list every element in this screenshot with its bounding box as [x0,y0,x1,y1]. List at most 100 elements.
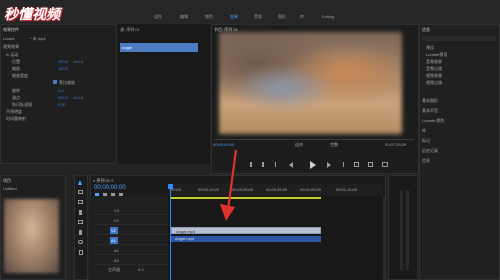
panel-info[interactable]: 信息 [422,158,430,163]
ec-clip-name: * 未.mp4 [30,36,46,41]
ec-rotation-value[interactable]: 0.0 [58,88,64,93]
ec-position-y[interactable]: 144.0 [73,59,83,64]
ec-position-label: 位置 [12,59,20,64]
track-header-v3[interactable]: V3 [94,206,168,215]
tab-color[interactable]: 颜色 [205,14,213,20]
track-name: A1 [111,238,116,243]
track-select-tool-icon[interactable] [78,190,83,194]
effects-item-video-transitions[interactable]: 视频过渡 [426,80,442,85]
timeline-timecode[interactable]: 00;00;00;00 [94,185,126,191]
tab-graphics[interactable]: 图形 [278,14,286,20]
ec-scale-value[interactable]: 100.0 [58,66,68,71]
audio-clip-label: Angel.mp4 [175,236,195,241]
effects-item-presets[interactable]: 预设 [426,45,434,50]
effects-panel-title[interactable]: 信息 [422,27,430,32]
tab-edit[interactable]: 编辑 [180,14,188,20]
program-timecode-duration: 00;07;28;29 [385,142,407,147]
panel-markers[interactable]: 标记 [422,138,430,143]
play-icon[interactable] [310,161,316,169]
tab-libraries[interactable]: 库 [300,14,304,20]
type-tool-icon[interactable] [79,250,83,255]
effects-item-video-effects[interactable]: 视频效果 [426,73,442,78]
ec-clip-bar-label: Angel [122,45,133,50]
program-resolution-select[interactable]: 完整 [330,142,338,147]
ec-anti-flicker-value[interactable]: 0.00 [58,102,66,107]
effects-item-audio-effects[interactable]: 音频效果 [426,59,442,64]
program-timecode-current[interactable]: 00;00;00;00 [213,142,234,147]
tab-effects[interactable]: 效果 [230,14,238,20]
effects-item-lumetri[interactable]: Lumetri预设 [426,52,447,57]
tab-assembly[interactable]: 组件 [154,14,162,20]
track-header-a1[interactable]: A1 [94,236,168,245]
tab-audio[interactable]: 音频 [254,14,262,20]
step-back-icon[interactable] [289,162,293,168]
ec-anchor-label: 锚点 [12,95,20,100]
project-name: Untitled [3,186,17,191]
razor-tool-icon[interactable] [79,210,82,215]
ruler-label: 00;00;45;00 [266,187,288,192]
ec-scale-width-label: 缩放宽度 [12,73,28,78]
ec-clip-label: Lowell [3,36,15,41]
slip-tool-icon[interactable] [78,220,83,224]
source-panel-title[interactable]: 源: 序列 01 [120,27,140,32]
panel-essential-graphics[interactable]: 基本图形 [422,98,438,103]
ec-video-effects: 视频效果 [3,44,19,49]
ripple-edit-tool-icon[interactable] [78,200,83,204]
ruler-label: 00;01;15;00 [336,187,358,192]
watermark-logo: 秒懂视频 [4,6,60,22]
lift-icon[interactable] [354,162,359,167]
panel-lumetri-color[interactable]: Lumetri 颜色 [422,118,444,123]
project-clip-thumbnail[interactable] [4,199,59,273]
track-header-v2[interactable]: V2 [94,216,168,225]
panel-history[interactable]: 历史记录 [422,148,438,153]
track-header-a3[interactable]: A3 [94,256,168,265]
playhead-line[interactable] [170,184,171,280]
selection-tool-icon[interactable] [78,180,82,185]
project-panel-title[interactable]: 项目 [3,178,11,183]
hand-tool-icon[interactable] [78,240,83,244]
video-clip-label: Angel.mp4 [176,229,196,234]
menu-bar [0,0,500,24]
effect-controls-title[interactable]: 效果控件 [3,27,19,32]
ec-anchor-x[interactable]: 200.0 [58,95,68,100]
work-area-bar[interactable] [171,197,321,199]
ec-motion[interactable]: fx 运动 [6,52,18,57]
mark-in-icon[interactable] [250,162,252,167]
ec-anti-flicker-label: 防闪烁滤镜 [12,102,32,107]
timeline-scrollbar[interactable] [383,196,385,280]
go-to-in-icon[interactable] [275,162,279,167]
arrow-head [220,204,235,221]
panel-essential-sound[interactable]: 基本声音 [422,108,438,113]
track-name: V3 [114,208,119,213]
mark-out-icon[interactable] [262,162,264,167]
ruler-label: 00;01;00;00 [300,187,322,192]
ec-anchor-y[interactable]: 144.0 [73,95,83,100]
timeline-title[interactable]: × 序列 01 ≡ [93,178,113,183]
track-header-a2[interactable]: A2 [94,246,168,255]
track-name: A2 [114,248,119,253]
step-forward-icon[interactable] [327,162,331,168]
timeline-audio-clip[interactable]: Angel.mp4 [171,236,321,242]
meter-right [406,190,409,270]
timeline-video-clip[interactable]: Angel.mp4 [171,227,321,234]
panel-libraries[interactable]: 库 [422,128,426,133]
ec-opacity[interactable]: 不透明度 [6,109,22,114]
video-preview [219,32,402,134]
effects-item-audio-transitions[interactable]: 音频过渡 [426,66,442,71]
pen-tool-icon[interactable] [79,230,82,235]
program-fit-select[interactable]: 适合 [295,142,303,147]
audio-meters [388,175,418,280]
ec-position-x[interactable]: 200.0 [58,59,68,64]
ec-time-remap[interactable]: 时间重映射 [6,116,26,121]
uniform-scale-checkbox[interactable] [53,80,57,84]
track-header-v1[interactable]: V1 [94,226,168,235]
tab-editing[interactable]: Editing [322,14,334,19]
extract-icon[interactable] [368,162,373,167]
master-track-value[interactable]: 0.0 [138,267,144,272]
monitor-scrub-bar[interactable] [214,139,414,140]
export-frame-icon[interactable] [382,162,388,167]
go-to-out-icon[interactable] [340,162,344,167]
track-name: V2 [114,218,119,223]
effects-search-input[interactable] [422,36,496,41]
track-name: A3 [114,258,119,263]
